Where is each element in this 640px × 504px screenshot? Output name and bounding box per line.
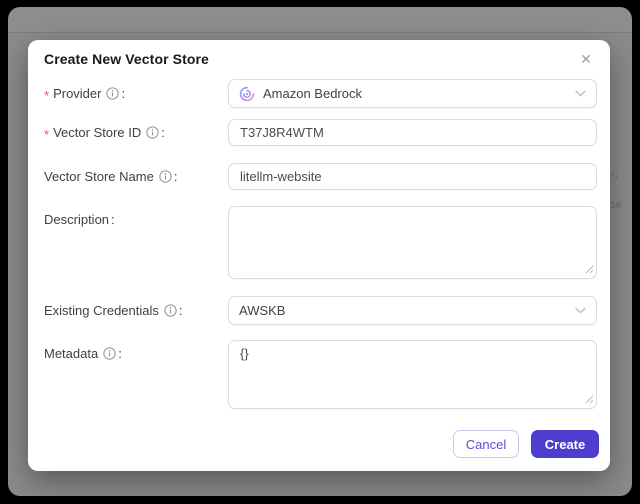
vector-store-id-row: * Vector Store ID : — [44, 119, 597, 146]
existing-credentials-row: Existing Credentials : AWSKB — [44, 296, 597, 325]
metadata-label: Metadata : — [44, 340, 228, 361]
vector-store-id-label: * Vector Store ID : — [44, 125, 228, 141]
resize-handle-icon[interactable] — [585, 265, 594, 274]
vector-store-name-input[interactable] — [228, 163, 597, 190]
background-sort-icon: ↑↓ — [610, 170, 619, 181]
info-icon[interactable] — [159, 170, 172, 183]
provider-selected-value: Amazon Bedrock — [263, 86, 362, 101]
description-textarea[interactable] — [228, 206, 597, 279]
label-colon: : — [173, 169, 178, 184]
label-colon: : — [121, 86, 126, 101]
provider-row: * Provider : Amazon Bedrock — [44, 79, 597, 108]
required-marker: * — [44, 126, 50, 142]
label-colon: : — [161, 125, 165, 140]
provider-label-text: Provider — [53, 86, 102, 101]
cancel-button[interactable]: Cancel — [453, 430, 519, 458]
label-colon: : — [178, 303, 183, 318]
info-icon[interactable] — [106, 87, 120, 100]
vector-store-name-row: Vector Store Name : — [44, 163, 597, 190]
create-button[interactable]: Create — [531, 430, 599, 458]
backdrop-header-strip — [8, 7, 632, 32]
create-vector-store-modal: Create New Vector Store ✕ * Provider : A… — [28, 40, 610, 471]
resize-handle-icon[interactable] — [585, 395, 594, 404]
chevron-down-icon — [575, 90, 586, 97]
background-partial-text: se — [610, 199, 622, 211]
description-label-text: Description — [44, 212, 110, 227]
provider-select[interactable]: Amazon Bedrock — [228, 79, 597, 108]
existing-credentials-select[interactable]: AWSKB — [228, 296, 597, 325]
required-marker: * — [44, 87, 50, 103]
vector-store-name-label-text: Vector Store Name — [44, 169, 154, 184]
info-icon[interactable] — [164, 304, 177, 317]
existing-credentials-label: Existing Credentials : — [44, 303, 228, 318]
chevron-down-icon — [575, 307, 586, 314]
backdrop-header-divider — [8, 32, 632, 33]
modal-footer: Cancel Create — [453, 430, 599, 458]
modal-title: Create New Vector Store — [44, 51, 209, 67]
metadata-textarea[interactable]: {} — [228, 340, 597, 409]
vector-store-id-input[interactable] — [228, 119, 597, 146]
vector-store-id-label-text: Vector Store ID — [53, 125, 142, 140]
close-icon[interactable]: ✕ — [575, 48, 597, 70]
description-row: Description : — [44, 206, 597, 279]
label-colon: : — [111, 212, 115, 227]
label-colon: : — [118, 346, 122, 361]
vector-store-name-label: Vector Store Name : — [44, 169, 228, 184]
existing-credentials-selected-value: AWSKB — [239, 303, 286, 318]
metadata-label-text: Metadata — [44, 346, 99, 361]
metadata-row: Metadata : {} — [44, 340, 597, 409]
provider-label: * Provider : — [44, 86, 228, 102]
amazon-bedrock-icon — [239, 86, 255, 102]
info-icon[interactable] — [146, 126, 159, 139]
info-icon[interactable] — [103, 347, 116, 360]
description-label: Description : — [44, 206, 228, 227]
existing-credentials-label-text: Existing Credentials — [44, 303, 159, 318]
